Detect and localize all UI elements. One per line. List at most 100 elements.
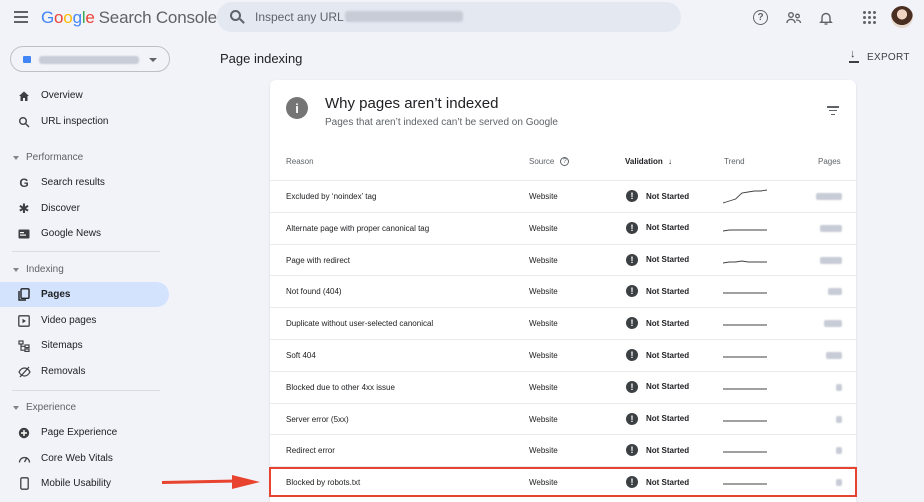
table-row[interactable]: Duplicate without user-selected canonica… xyxy=(270,307,856,339)
validation-status: Not Started xyxy=(646,255,690,265)
reason-cell: Redirect error xyxy=(286,446,335,456)
collapse-triangle-icon xyxy=(13,155,19,160)
sidebar-item-label: URL inspection xyxy=(41,116,109,127)
sidebar-item-discover[interactable]: ✱ Discover xyxy=(0,196,169,221)
collapse-triangle-icon xyxy=(13,267,19,272)
sidebar-item-sitemaps[interactable]: Sitemaps xyxy=(0,333,169,358)
sidebar-item-removals[interactable]: Removals xyxy=(0,359,169,384)
table-row[interactable]: Redirect error Website! Not Started xyxy=(270,434,856,466)
sidebar-item-url-inspection[interactable]: URL inspection xyxy=(0,109,169,134)
news-icon xyxy=(17,227,31,241)
sidebar-item-video-pages[interactable]: Video pages xyxy=(0,308,169,333)
validation-cell: ! Not Started xyxy=(626,412,689,425)
sidebar-item-google-news[interactable]: Google News xyxy=(0,221,169,246)
column-header-pages: Pages xyxy=(818,157,841,166)
section-header-performance[interactable]: Performance xyxy=(13,152,83,163)
property-favicon-icon xyxy=(23,56,31,63)
sidebar-item-overview[interactable]: Overview xyxy=(0,83,169,108)
column-header-label: Validation xyxy=(625,157,663,166)
apps-grid-icon[interactable] xyxy=(863,11,876,24)
reason-cell: Server error (5xx) xyxy=(286,414,349,424)
sidebar-item-mobile-usability[interactable]: Mobile Usability xyxy=(0,471,169,496)
column-header-trend: Trend xyxy=(724,157,745,166)
validation-cell: ! Not Started xyxy=(626,285,690,298)
logo-letter: G xyxy=(41,8,55,27)
help-icon[interactable]: ? xyxy=(753,10,768,25)
trend-sparkline xyxy=(723,388,767,390)
table-row[interactable]: Not found (404) Website! Not Started xyxy=(270,275,856,307)
column-header-reason: Reason xyxy=(286,157,314,166)
reason-cell: Alternate page with proper canonical tag xyxy=(286,223,430,233)
column-header-source: Source? xyxy=(529,157,570,167)
sitemap-icon xyxy=(17,339,31,353)
download-icon xyxy=(849,48,859,63)
section-label: Performance xyxy=(26,152,84,163)
validation-status: Not Started xyxy=(646,350,690,360)
trend-sparkline xyxy=(723,189,767,204)
alert-icon: ! xyxy=(626,380,638,393)
trend-sparkline xyxy=(723,229,767,232)
sidebar-item-label: Core Web Vitals xyxy=(41,453,113,464)
sidebar-item-search-results[interactable]: G Search results xyxy=(0,170,169,195)
hamburger-icon[interactable] xyxy=(14,11,28,23)
url-inspection-search-bar[interactable]: Inspect any URL in xyxy=(217,2,681,32)
table-row[interactable]: Excluded by ‘noindex’ tag Website! Not Sta… xyxy=(270,180,856,212)
table-row[interactable]: Soft 404 Website! Not Started xyxy=(270,339,856,371)
redacted-property-name xyxy=(39,56,139,64)
property-selector[interactable] xyxy=(10,46,170,72)
trend-sparkline xyxy=(723,420,767,422)
source-cell: Website xyxy=(529,351,558,360)
sidebar-divider xyxy=(12,251,160,252)
alert-icon: ! xyxy=(626,221,638,234)
notifications-icon[interactable] xyxy=(816,8,836,28)
trend-sparkline xyxy=(723,324,767,326)
trend-sparkline xyxy=(723,292,767,294)
filter-icon[interactable] xyxy=(827,106,839,115)
removals-icon xyxy=(17,365,31,379)
sidebar-item-label: Removals xyxy=(41,366,86,377)
redacted-pages-count xyxy=(820,256,842,264)
table-row[interactable]: Server error (5xx) Website! Not Started xyxy=(270,402,856,435)
trend-line xyxy=(723,189,767,204)
discover-asterisk-icon: ✱ xyxy=(18,200,30,216)
section-label: Indexing xyxy=(26,264,64,275)
sidebar-item-core-web-vitals[interactable]: Core Web Vitals xyxy=(0,446,169,471)
validation-cell: ! Not Started xyxy=(626,221,690,234)
account-avatar[interactable] xyxy=(891,6,913,28)
sidebar-item-page-experience[interactable]: Page Experience xyxy=(0,420,169,445)
redacted-pages-count xyxy=(836,383,842,391)
red-arrow-annotation xyxy=(162,475,260,489)
video-pages-icon xyxy=(17,314,31,328)
people-icon[interactable] xyxy=(784,8,804,28)
validation-status: Not Started xyxy=(646,223,690,233)
section-header-indexing[interactable]: Indexing xyxy=(13,264,64,275)
trend-line xyxy=(723,229,767,232)
export-label: EXPORT xyxy=(867,51,910,63)
table-row[interactable]: Page with redirect Website! Not Started xyxy=(270,243,856,276)
table-row[interactable]: Alternate page with proper canonical tag… xyxy=(270,211,856,244)
validation-status: Not Started xyxy=(646,445,690,455)
reason-cell: Excluded by ‘noindex’ tag xyxy=(286,192,377,201)
column-header-validation[interactable]: Validation ↓ xyxy=(625,157,672,166)
sidebar-item-label: Overview xyxy=(41,90,83,101)
home-icon xyxy=(17,89,31,103)
validation-cell: ! Not Started xyxy=(626,190,689,202)
help-icon[interactable]: ? xyxy=(560,157,570,167)
validation-cell: ! Not Started xyxy=(626,317,689,330)
collapse-triangle-icon xyxy=(13,405,19,410)
table-row[interactable]: Blocked due to other 4xx issue Website! No… xyxy=(270,370,856,403)
reason-cell: Page with redirect xyxy=(286,255,351,265)
mobile-icon xyxy=(17,477,31,491)
redacted-pages-count xyxy=(826,352,842,359)
redacted-pages-count xyxy=(816,193,842,200)
search-icon xyxy=(230,10,241,21)
validation-status: Not Started xyxy=(646,286,690,296)
sidebar-item-label: Video pages xyxy=(41,315,97,326)
validation-status: Not Started xyxy=(646,191,690,201)
sidebar-item-pages[interactable]: Pages xyxy=(0,282,169,307)
top-app-bar: Google Search Console Inspect any URL in … xyxy=(0,0,924,36)
section-header-experience[interactable]: Experience xyxy=(13,402,76,413)
sidebar-item-label: Page Experience xyxy=(41,427,118,438)
product-logo[interactable]: Google Search Console xyxy=(41,8,217,28)
export-button[interactable]: EXPORT xyxy=(849,48,910,63)
